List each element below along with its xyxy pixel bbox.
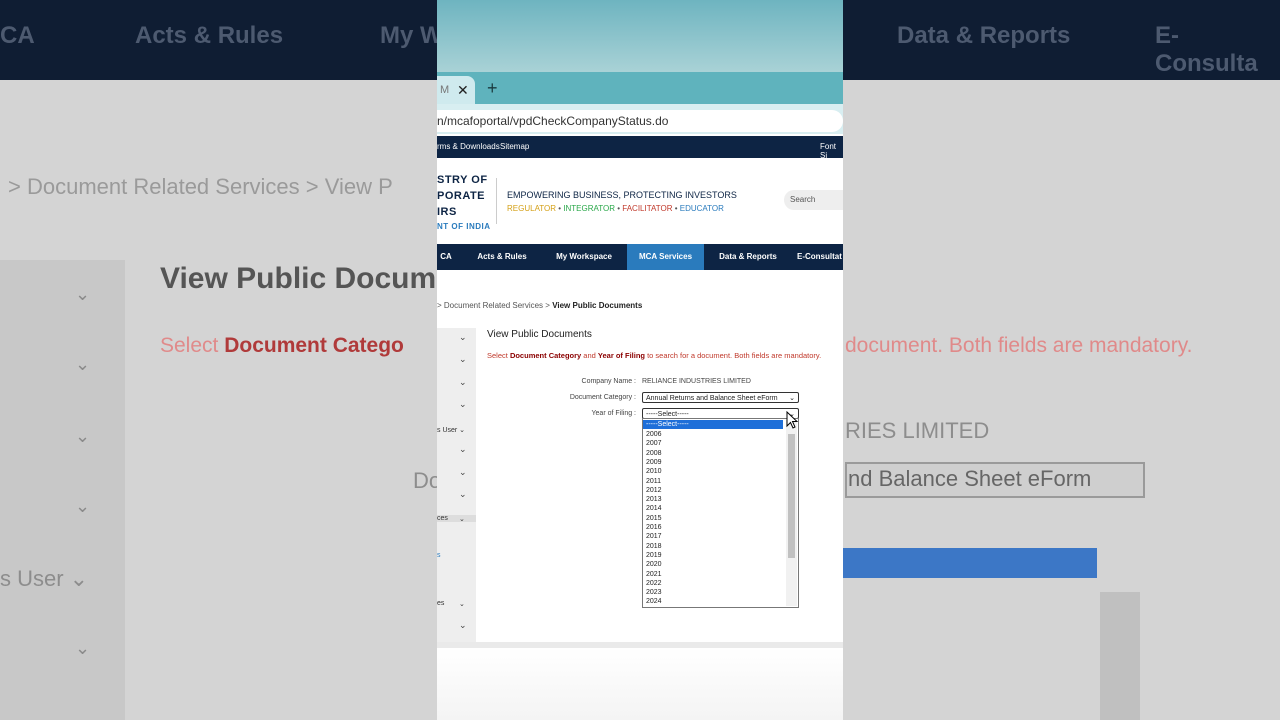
- logo-subtext: NT OF INDIA: [437, 222, 491, 231]
- chevron-down-icon[interactable]: ⌄: [459, 467, 467, 478]
- dropdown-option[interactable]: 2021: [643, 570, 783, 579]
- bg-breadcrumb: > Document Related Services > View P: [8, 174, 393, 199]
- chevron-down-icon[interactable]: ⌄: [459, 377, 467, 388]
- chevron-down-icon[interactable]: ⌄: [459, 399, 467, 410]
- sidebar-item-user[interactable]: s User ⌄: [437, 426, 465, 434]
- url-text: n/mcafoportal/vpdCheckCompanyStatus.do: [437, 114, 669, 128]
- url-field[interactable]: n/mcafoportal/vpdCheckCompanyStatus.do: [437, 110, 843, 132]
- bg-scrollbar: [1100, 592, 1140, 720]
- site-header: STRY OF PORATE IRS NT OF INDIA EMPOWERIN…: [437, 158, 843, 244]
- dropdown-option[interactable]: 2007: [643, 439, 783, 448]
- dropdown-option[interactable]: 2011: [643, 477, 783, 486]
- dropdown-option[interactable]: 2006: [643, 430, 783, 439]
- dropdown-option[interactable]: 2018: [643, 542, 783, 551]
- dropdown-scrollbar[interactable]: [786, 420, 797, 606]
- chevron-down-icon[interactable]: ⌄: [459, 354, 467, 365]
- dropdown-option[interactable]: 2023: [643, 588, 783, 597]
- sidebar-item-services[interactable]: ces ⌄: [437, 515, 476, 523]
- page-title: View Public Documents: [487, 329, 592, 340]
- nav-item-data-reports[interactable]: Data & Reports: [714, 244, 782, 270]
- dropdown-option[interactable]: 2019: [643, 551, 783, 560]
- phone-screen: M ✕ + n/mcafoportal/vpdCheckCompanyStatu…: [437, 0, 843, 720]
- company-name-label: Company Name :: [581, 378, 636, 385]
- chevron-down-icon[interactable]: ⌄: [459, 444, 467, 455]
- plus-icon[interactable]: +: [487, 78, 498, 99]
- nav-item-e-consultation[interactable]: E-Consultat: [797, 244, 843, 270]
- bg-doccat: nd Balance Sheet eForm: [848, 466, 1092, 491]
- year-dropdown-list[interactable]: -----Select----- 2006 2007 2008 2009 201…: [642, 418, 799, 608]
- nav-item-my-workspace[interactable]: My Workspace: [549, 244, 619, 270]
- main-nav: CA Acts & Rules My Workspace MCA Service…: [437, 244, 843, 270]
- scrollbar-thumb[interactable]: [788, 434, 795, 558]
- dropdown-option[interactable]: 2020: [643, 560, 783, 569]
- address-bar: n/mcafoportal/vpdCheckCompanyStatus.do: [437, 104, 843, 134]
- dropdown-option[interactable]: 2024: [643, 597, 783, 606]
- bg-nav-item: E-Consulta: [1155, 22, 1258, 77]
- bg-company: RIES LIMITED: [845, 418, 990, 443]
- bg-highlight: [843, 548, 1097, 578]
- nav-item-mca[interactable]: CA: [437, 244, 455, 270]
- sidebar-item-es[interactable]: es ⌄: [437, 600, 465, 608]
- bg-nav-item: Acts & Rules: [135, 22, 284, 49]
- dropdown-option[interactable]: 2014: [643, 504, 783, 513]
- chevron-down-icon: ⌄: [75, 354, 91, 374]
- chevron-down-icon[interactable]: ⌄: [459, 489, 467, 500]
- document-category-label: Document Category :: [569, 394, 636, 401]
- company-name-value: RELIANCE INDUSTRIES LIMITED: [642, 378, 751, 385]
- bg-subtitle-right: document. Both fields are mandatory.: [845, 334, 1193, 357]
- mouse-cursor-icon: [786, 411, 799, 429]
- search-input[interactable]: Search: [784, 190, 843, 210]
- tab-label: M: [440, 84, 450, 96]
- tagline-roles: REGULATOR • INTEGRATOR • FACILITATOR • E…: [507, 204, 724, 213]
- dropdown-option[interactable]: 2016: [643, 523, 783, 532]
- bg-nav-item: Data & Reports: [897, 22, 1071, 49]
- sidebar: ⌄ ⌄ ⌄ ⌄ s User ⌄ ⌄ ⌄ ⌄ ces ⌄ s es ⌄ ⌄: [437, 328, 476, 642]
- dropdown-option[interactable]: 2009: [643, 458, 783, 467]
- link-forms-downloads[interactable]: rms & Downloads: [437, 142, 500, 151]
- dropdown-option[interactable]: 2017: [643, 532, 783, 541]
- year-of-filing-label: Year of Filing :: [591, 410, 637, 417]
- instructions: Select Document Category and Year of Fil…: [487, 351, 822, 360]
- chevron-down-icon: ⌄: [75, 426, 91, 446]
- logo-text: STRY OF PORATE IRS: [437, 174, 488, 218]
- link-sitemap[interactable]: Sitemap: [500, 142, 529, 151]
- browser-tabbar: M ✕ +: [437, 72, 843, 104]
- dropdown-option[interactable]: 2013: [643, 495, 783, 504]
- sidebar-link[interactable]: s: [437, 552, 441, 559]
- bg-sidebar-item: s User ⌄: [0, 566, 89, 591]
- utility-bar: rms & Downloads Sitemap Font Si: [437, 136, 843, 160]
- dropdown-option[interactable]: -----Select-----: [643, 420, 783, 430]
- nav-item-mca-services[interactable]: MCA Services: [627, 244, 704, 270]
- nav-item-acts-rules[interactable]: Acts & Rules: [472, 244, 532, 270]
- bg-subtitle: Select Document Catego: [160, 334, 404, 357]
- document-category-select[interactable]: Annual Returns and Balance Sheet eForm ⌄: [642, 392, 799, 403]
- breadcrumb: > Document Related Services > View Publi…: [437, 301, 643, 310]
- bg-title: View Public Docum: [160, 262, 437, 295]
- divider: [496, 178, 497, 224]
- bg-nav-item: My W: [380, 22, 443, 49]
- browser-tab[interactable]: M ✕: [437, 76, 475, 104]
- chevron-down-icon[interactable]: ⌄: [459, 620, 467, 631]
- bg-nav-item: CA: [0, 22, 35, 49]
- dropdown-option[interactable]: 2008: [643, 449, 783, 458]
- dropdown-option[interactable]: 2010: [643, 467, 783, 476]
- close-icon[interactable]: ✕: [457, 82, 469, 99]
- dropdown-option[interactable]: 2015: [643, 514, 783, 523]
- dropdown-option[interactable]: 2012: [643, 486, 783, 495]
- status-area: [437, 0, 843, 72]
- bottom-area: [437, 648, 843, 720]
- chevron-down-icon[interactable]: ⌄: [459, 332, 467, 343]
- tagline: EMPOWERING BUSINESS, PROTECTING INVESTOR…: [507, 190, 737, 200]
- chevron-down-icon: ⌄: [75, 638, 91, 658]
- chevron-down-icon: ⌄: [789, 395, 795, 402]
- chevron-down-icon: ⌄: [75, 284, 91, 304]
- bg-sidebar: [0, 260, 125, 720]
- chevron-down-icon: ⌄: [75, 496, 91, 516]
- dropdown-option[interactable]: 2022: [643, 579, 783, 588]
